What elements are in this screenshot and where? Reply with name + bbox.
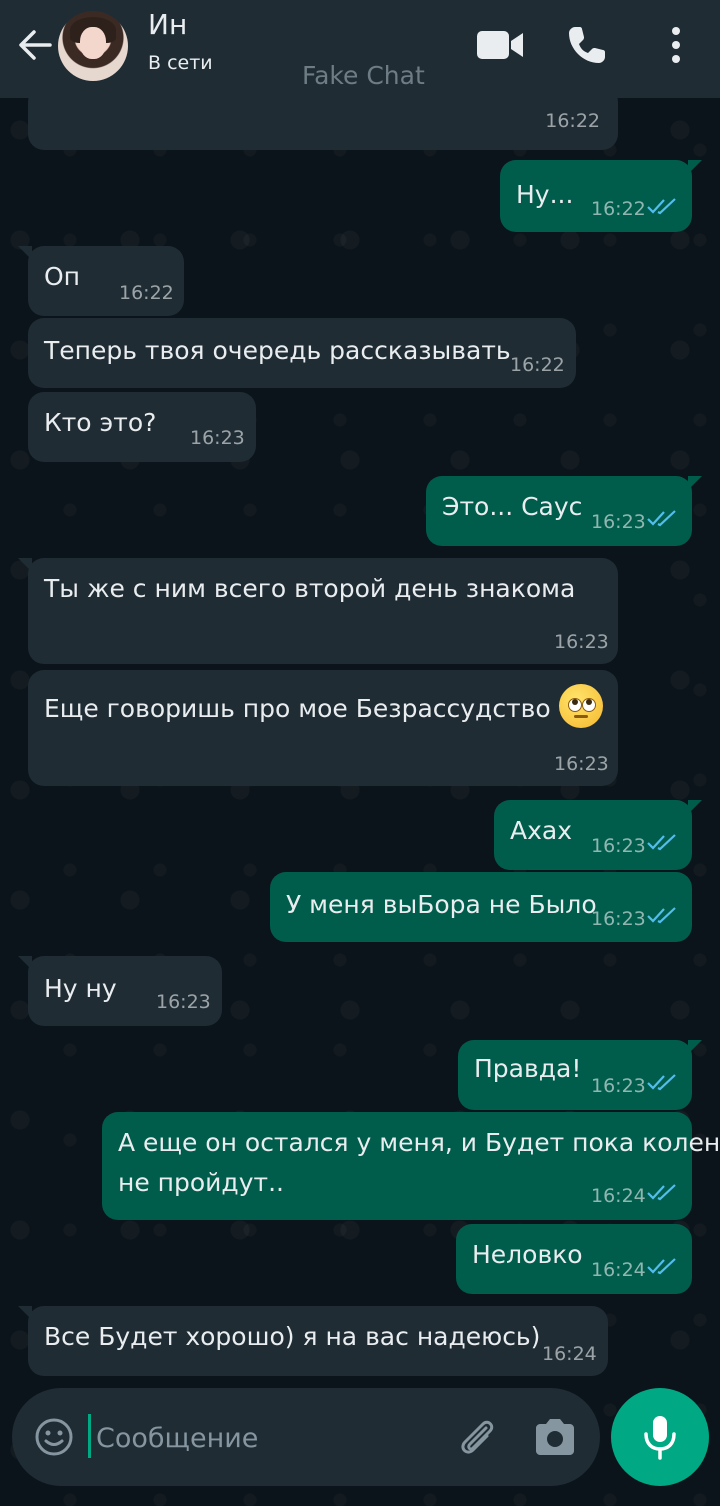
double-check-icon <box>647 198 676 215</box>
double-check-icon <box>647 907 676 924</box>
message-time: 16:23 <box>156 991 211 1013</box>
message-text-line1: А еще он остался у меня, и Будет пока ко… <box>118 1128 720 1157</box>
message-time: 16:23 <box>554 753 609 775</box>
message-time: 16:24 <box>591 1259 646 1281</box>
message-time: 16:23 <box>554 631 609 653</box>
message-time: 16:22 <box>510 354 565 376</box>
message-incoming[interactable]: Все Будет хорошо) я на вас надеюсь) 16:2… <box>18 1306 608 1376</box>
phone-call-icon[interactable] <box>566 24 608 66</box>
video-call-icon[interactable] <box>476 28 524 62</box>
text-caret <box>88 1414 91 1458</box>
attach-icon[interactable] <box>454 1414 500 1460</box>
message-incoming[interactable]: Ну ну 16:23 <box>18 956 222 1026</box>
message-text: Ну... <box>516 180 574 209</box>
message-text: Ну ну <box>44 974 117 1003</box>
message-outgoing[interactable]: Ну... 16:22 <box>500 160 702 232</box>
double-check-icon <box>647 1258 676 1275</box>
camera-icon[interactable] <box>532 1416 578 1458</box>
message-time: 16:22 <box>545 110 600 132</box>
message-text: Все Будет хорошо) я на вас надеюсь) <box>44 1322 541 1351</box>
message-time: 16:23 <box>591 908 646 930</box>
double-check-icon <box>647 1074 676 1091</box>
message-time: 16:22 <box>119 282 174 304</box>
double-check-icon <box>647 834 676 851</box>
double-check-icon <box>647 510 676 527</box>
mic-icon <box>644 1416 676 1460</box>
message-time: 16:24 <box>591 1185 646 1207</box>
message-outgoing[interactable]: Правда! 16:23 <box>458 1040 702 1110</box>
emoji-icon[interactable] <box>34 1417 74 1457</box>
message-time: 16:24 <box>542 1343 597 1365</box>
message-text: У меня выБора не Было <box>286 890 597 919</box>
message-time: 16:23 <box>591 1075 646 1097</box>
message-input[interactable] <box>94 1410 428 1466</box>
message-input-bar <box>12 1388 600 1486</box>
message-text: Ты же с ним всего второй день знакома <box>44 574 576 603</box>
message-outgoing[interactable]: Ахах 16:23 <box>494 800 702 870</box>
message-text: Правда! <box>474 1054 582 1083</box>
message-text: Кто это? <box>44 408 157 437</box>
message-text: Ахах <box>510 816 573 845</box>
message-text: Оп <box>44 262 81 291</box>
message-text: Теперь твоя очередь рассказывать <box>44 336 511 365</box>
message-time: 16:23 <box>591 835 646 857</box>
double-check-icon <box>647 1184 676 1201</box>
app-watermark: Fake Chat <box>302 61 425 90</box>
contact-name[interactable]: Ин <box>148 8 187 41</box>
message-incoming[interactable]: Оп 16:22 <box>18 246 184 316</box>
contact-status: В сети <box>148 52 213 74</box>
message-text: Это... Саус <box>442 492 583 521</box>
message-incoming[interactable]: Теперь твоя очередь рассказывать 16:22 <box>28 318 576 388</box>
message-text-content: Еще говоришь про мое Безрассудство <box>44 694 551 723</box>
back-arrow-icon[interactable] <box>14 24 56 66</box>
more-vert-icon[interactable] <box>664 24 688 66</box>
message-outgoing[interactable]: Это... Саус 16:23 <box>426 476 702 546</box>
message-incoming[interactable]: Кто это? 16:23 <box>28 392 256 462</box>
chat-header: Ин В сети Fake Chat <box>0 0 720 98</box>
message-text: Еще говоришь про мое Безрассудство <box>44 684 603 732</box>
contact-avatar[interactable] <box>58 11 128 81</box>
message-text: Неловко <box>472 1240 583 1269</box>
message-time: 16:22 <box>591 198 646 220</box>
message-time: 16:23 <box>190 427 245 449</box>
message-time: 16:23 <box>591 511 646 533</box>
message-incoming[interactable]: Еще говоришь про мое Безрассудство 16:23 <box>28 670 618 786</box>
face-with-rolling-eyes-icon <box>558 684 603 728</box>
message-text-line2: не пройдут.. <box>118 1168 284 1197</box>
message-outgoing[interactable]: Неловко 16:24 <box>456 1224 692 1294</box>
message-incoming[interactable]: Ты же с ним всего второй день знакома 16… <box>18 558 618 664</box>
message-outgoing[interactable]: А еще он остался у меня, и Будет пока ко… <box>102 1112 720 1220</box>
mic-button[interactable] <box>611 1388 709 1486</box>
message-outgoing[interactable]: У меня выБора не Было 16:23 <box>270 872 692 942</box>
